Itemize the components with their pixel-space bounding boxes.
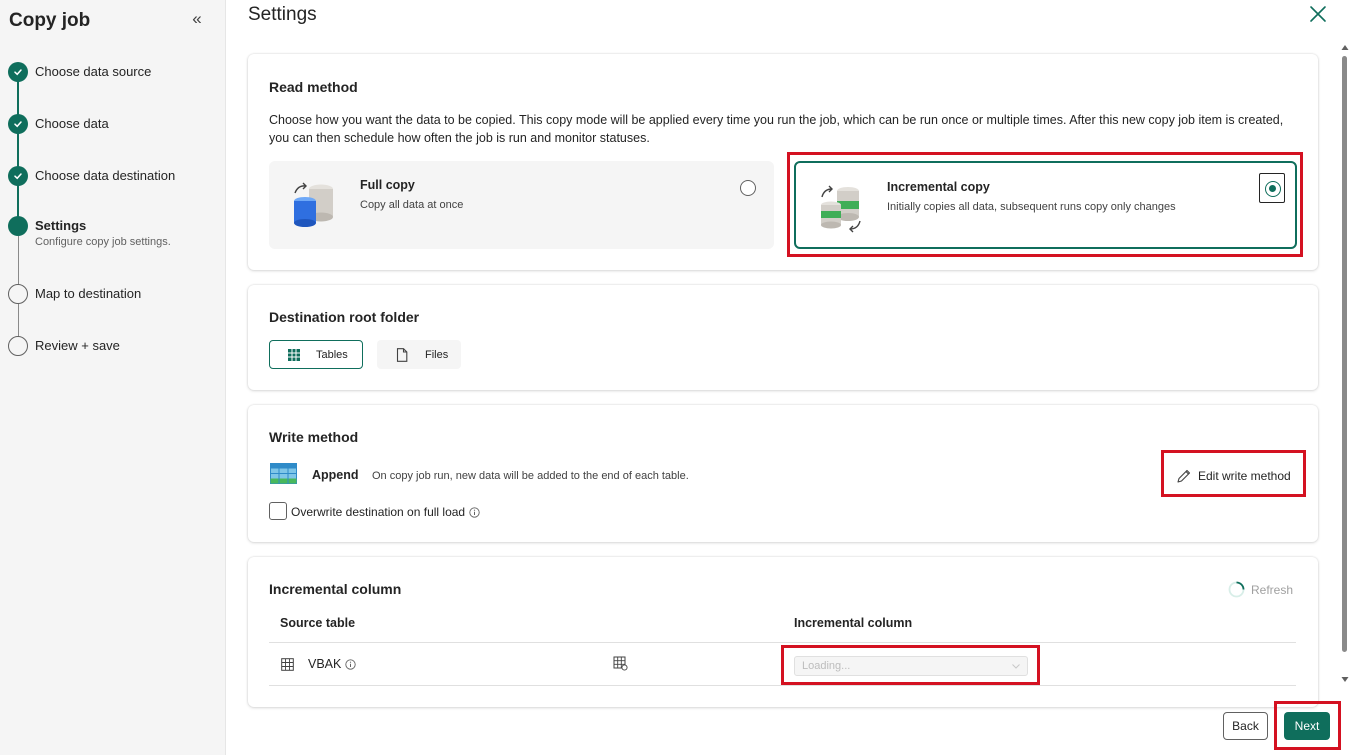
refresh-label: Refresh [1251,582,1294,597]
overwrite-checkbox[interactable] [269,502,287,520]
step-review-save[interactable]: Review + save [8,336,120,356]
append-table-icon [270,463,297,484]
full-copy-radio[interactable] [740,180,756,196]
scroll-down-icon[interactable] [1341,676,1349,683]
close-button[interactable] [1306,2,1330,26]
full-copy-option[interactable]: Full copy Copy all data at once [269,161,774,249]
current-step-dot [8,216,28,236]
incremental-copy-option[interactable]: Incremental copy Initially copies all da… [794,161,1297,249]
chevron-double-left-icon: « [192,9,202,28]
refresh-button[interactable]: Refresh [1228,581,1293,598]
scroll-up-icon[interactable] [1341,44,1349,51]
table-settings-icon[interactable] [613,656,628,671]
write-mode-description: On copy job run, new data will be added … [372,470,689,482]
checkmark-icon [8,62,28,82]
select-value: Loading... [802,660,851,672]
option-title: Incremental copy [887,180,990,194]
step-connector [17,132,19,168]
close-icon [1310,6,1326,22]
next-button[interactable]: Next [1284,712,1330,740]
sidebar-title: Copy job [9,10,91,31]
step-label: Settings [35,218,87,233]
sidebar: Copy job « Choose data source Choose dat… [0,0,226,755]
table-row-source: VBAK [281,657,357,671]
write-method-card: Write method Append On copy job run, new… [248,405,1318,542]
checkmark-icon [8,114,28,134]
table-divider [269,685,1296,686]
read-method-card: Read method Choose how you want the data… [248,54,1318,270]
radio-focus-ring [1259,173,1285,203]
overwrite-label-wrap: Overwrite destination on full load [291,505,480,519]
scrollbar[interactable] [1340,44,1349,689]
back-button[interactable]: Back [1223,712,1268,740]
files-label: Files [425,348,449,361]
incremental-column-card: Incremental column Refresh Source table … [248,557,1318,707]
step-connector [17,80,19,116]
collapse-sidebar-button[interactable]: « [187,10,207,30]
pencil-icon [1177,469,1191,483]
info-icon[interactable] [469,506,480,518]
option-subtitle: Initially copies all data, subsequent ru… [887,201,1176,213]
document-icon [396,347,408,362]
step-choose-data[interactable]: Choose data [8,114,109,134]
incremental-column-title: Incremental column [269,581,402,597]
column-header-source-table: Source table [280,616,356,630]
step-connector [17,184,19,218]
tables-label: Tables [316,348,348,361]
read-method-description: Choose how you want the data to be copie… [269,113,1284,145]
pending-step-dot [8,336,28,356]
step-sublabel: Configure copy job settings. [35,236,171,248]
incremental-column-select[interactable]: Loading... [794,656,1028,676]
table-divider [269,642,1296,643]
source-table-name: VBAK [308,657,342,671]
step-choose-data-destination[interactable]: Choose data destination [8,166,175,186]
checkmark-icon [8,166,28,186]
page-title: Settings [248,4,317,25]
step-settings[interactable]: Settings Configure copy job settings. [8,216,171,248]
pending-step-dot [8,284,28,304]
step-connector [18,304,19,338]
write-method-title: Write method [269,429,359,445]
files-button[interactable]: Files [377,340,461,369]
step-label: Choose data [35,116,109,131]
step-label: Choose data source [35,64,152,79]
step-label: Map to destination [35,286,142,301]
scroll-thumb[interactable] [1342,56,1347,652]
chevron-down-icon [1012,664,1020,669]
option-subtitle: Copy all data at once [360,199,464,211]
table-icon [281,657,294,671]
full-copy-db-icon [294,182,333,227]
step-label: Choose data destination [35,168,176,183]
overwrite-label: Overwrite destination on full load [291,505,466,519]
write-mode-label: Append [312,468,359,482]
spinner-icon [1228,581,1245,598]
info-icon[interactable] [345,658,357,670]
tables-button[interactable]: Tables [269,340,363,369]
table-grid-icon [288,348,300,361]
incremental-copy-db-icon [821,185,861,233]
edit-write-method-label: Edit write method [1198,469,1291,483]
destination-root-card: Destination root folder Tables Files [248,285,1318,390]
destination-root-title: Destination root folder [269,309,420,325]
step-map-to-destination[interactable]: Map to destination [8,284,141,304]
step-choose-data-source[interactable]: Choose data source [8,62,151,82]
read-method-title: Read method [269,79,358,95]
column-header-incremental-column: Incremental column [794,616,913,630]
option-title: Full copy [360,178,415,192]
edit-write-method-button[interactable]: Edit write method [1176,464,1302,488]
step-label: Review + save [35,338,120,353]
